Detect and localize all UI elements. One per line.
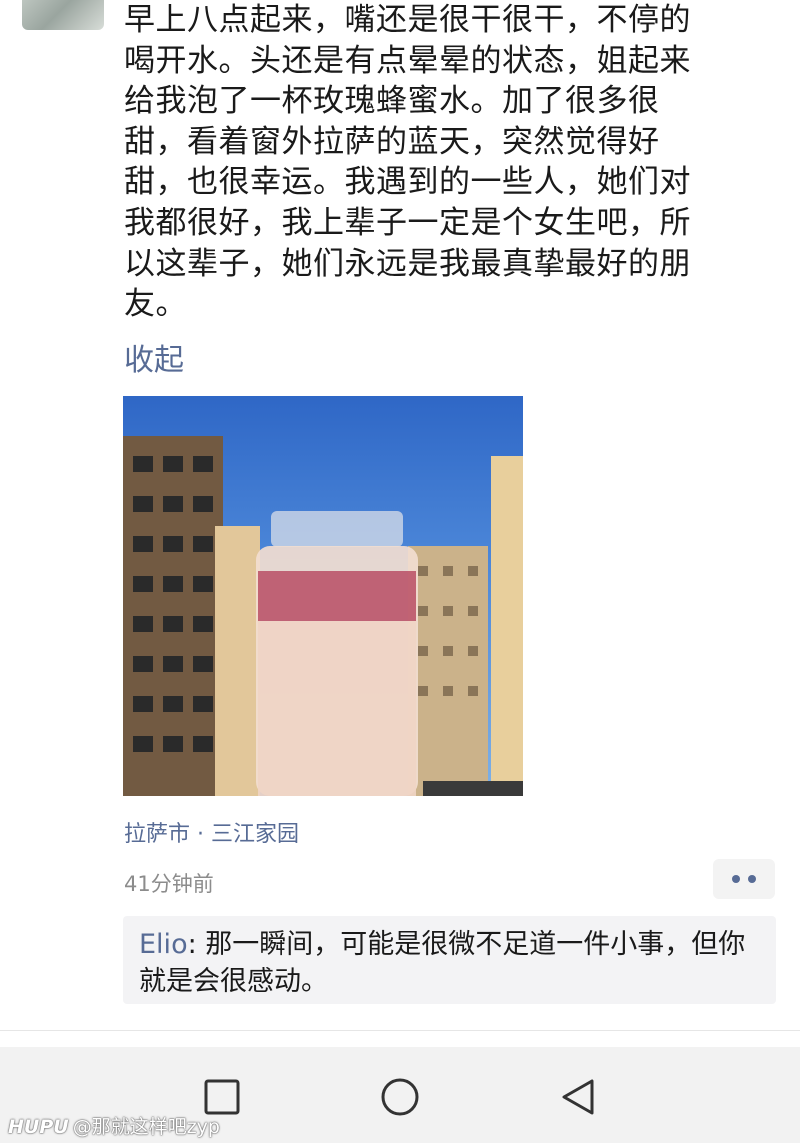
- post-time: 41分钟前: [124, 872, 214, 896]
- home-button[interactable]: [378, 1075, 422, 1119]
- collapse-link[interactable]: 收起: [124, 335, 184, 379]
- comment-item[interactable]: Elio: 那一瞬间，可能是很微不足道一件小事，但你就是会很感动。: [139, 926, 769, 1000]
- comment-separator: :: [187, 929, 206, 960]
- location-link[interactable]: 拉萨市 · 三江家园: [124, 816, 299, 848]
- divider: [0, 1030, 800, 1031]
- back-button[interactable]: [556, 1075, 600, 1119]
- two-dots-icon: [732, 875, 740, 883]
- circle-icon: [381, 1078, 419, 1116]
- more-actions-button[interactable]: [713, 859, 775, 899]
- watermark-handle: @那就这样吧zyp: [72, 1116, 220, 1138]
- two-dots-icon: [748, 875, 756, 883]
- post-photo[interactable]: [123, 396, 523, 796]
- watermark-brand: HUPU: [8, 1116, 69, 1138]
- comment-author[interactable]: Elio: [139, 929, 188, 960]
- comment-text: 那一瞬间，可能是很微不足道一件小事，但你就是会很感动。: [139, 929, 746, 997]
- post-text: 早上八点起来，嘴还是很干很干，不停的 喝开水。头还是有点晕晕的状态，姐起来 给我…: [124, 2, 691, 323]
- avatar[interactable]: [22, 0, 104, 30]
- comment-section: Elio: 那一瞬间，可能是很微不足道一件小事，但你就是会很感动。: [123, 916, 776, 1004]
- watermark: HUPU @那就这样吧zyp: [8, 1112, 220, 1139]
- triangle-back-icon: [562, 1079, 594, 1115]
